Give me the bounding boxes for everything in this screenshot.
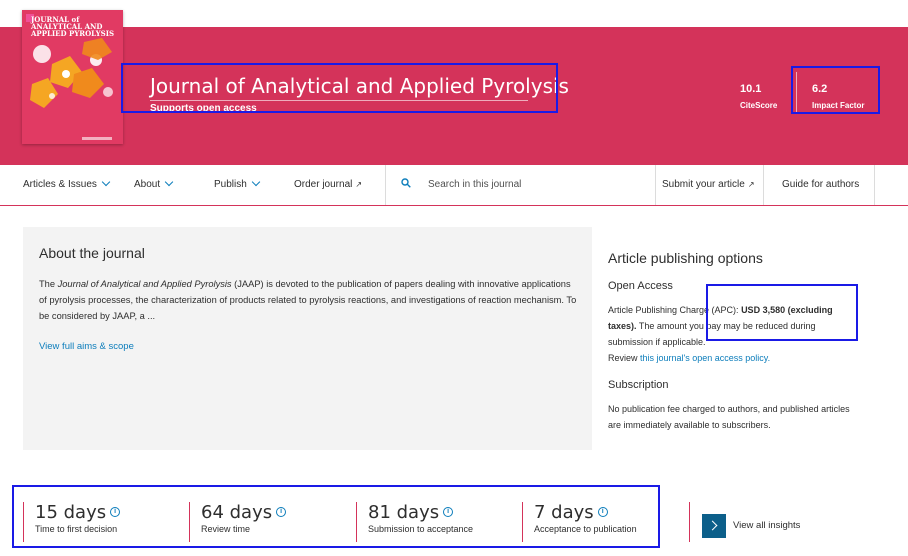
journal-search-input[interactable] [428, 176, 648, 192]
publishing-options: Article publishing options Open Access A… [608, 250, 878, 430]
chevron-down-icon [164, 177, 174, 187]
external-link-icon: ↗ [355, 180, 363, 189]
citescore-metric[interactable]: 10.1 CiteScore [740, 83, 777, 110]
about-journal-name: Journal of Analytical and Applied Pyroly… [57, 279, 232, 289]
nav-divider [655, 165, 656, 205]
open-access-heading: Open Access [608, 280, 673, 292]
journal-nav: Articles & Issues About Publish Order jo… [0, 165, 908, 206]
open-access-policy-link[interactable]: this journal's open access policy. [640, 353, 770, 363]
highlight-box-impact-factor [791, 66, 880, 114]
cover-footer-strip [82, 137, 112, 140]
nav-divider [385, 165, 386, 205]
nav-publish[interactable]: Publish [214, 177, 261, 190]
chevron-down-icon [101, 177, 111, 187]
highlight-box-insights [12, 485, 660, 548]
highlight-box-title [121, 63, 558, 113]
nav-submit-label: Submit your article [662, 179, 745, 190]
search-icon[interactable] [401, 178, 411, 188]
about-journal-panel: About the journal The Journal of Analyti… [23, 227, 592, 450]
nav-order-label: Order journal [294, 179, 353, 190]
journal-cover-image[interactable]: JOURNAL of ANALYTICAL AND APPLIED PYROLY… [22, 10, 123, 144]
cover-artwork-icon [30, 38, 113, 108]
citescore-value: 10.1 [740, 83, 762, 95]
highlight-box-apc [706, 284, 858, 341]
view-aims-scope-link[interactable]: View full aims & scope [39, 341, 134, 352]
nav-submit-article[interactable]: Submit your article ↗ [662, 179, 755, 190]
subscription-heading: Subscription [608, 379, 669, 391]
about-text-start: The [39, 279, 58, 289]
about-description: The Journal of Analytical and Applied Py… [39, 276, 579, 324]
nav-guide-for-authors[interactable]: Guide for authors [782, 179, 859, 190]
chevron-right-icon[interactable] [702, 514, 726, 538]
about-heading: About the journal [39, 245, 145, 261]
nav-order-journal[interactable]: Order journal ↗ [294, 179, 362, 190]
nav-articles-label: Articles & Issues [23, 179, 97, 190]
nav-about-label: About [134, 179, 161, 190]
external-link-icon: ↗ [747, 180, 755, 189]
citescore-label: CiteScore [740, 101, 778, 110]
nav-about[interactable]: About [134, 177, 174, 190]
view-all-insights-label: View all insights [733, 520, 801, 531]
subscription-text: No publication fee charged to authors, a… [608, 404, 850, 430]
nav-divider [874, 165, 875, 205]
nav-divider [763, 165, 764, 205]
nav-publish-label: Publish [214, 179, 247, 190]
view-all-insights[interactable]: View all insights [689, 502, 800, 542]
publishing-heading: Article publishing options [608, 250, 763, 266]
nav-articles-issues[interactable]: Articles & Issues [23, 177, 111, 190]
review-prefix: Review [608, 353, 641, 363]
nav-guide-label: Guide for authors [782, 179, 860, 190]
chevron-down-icon [251, 177, 261, 187]
